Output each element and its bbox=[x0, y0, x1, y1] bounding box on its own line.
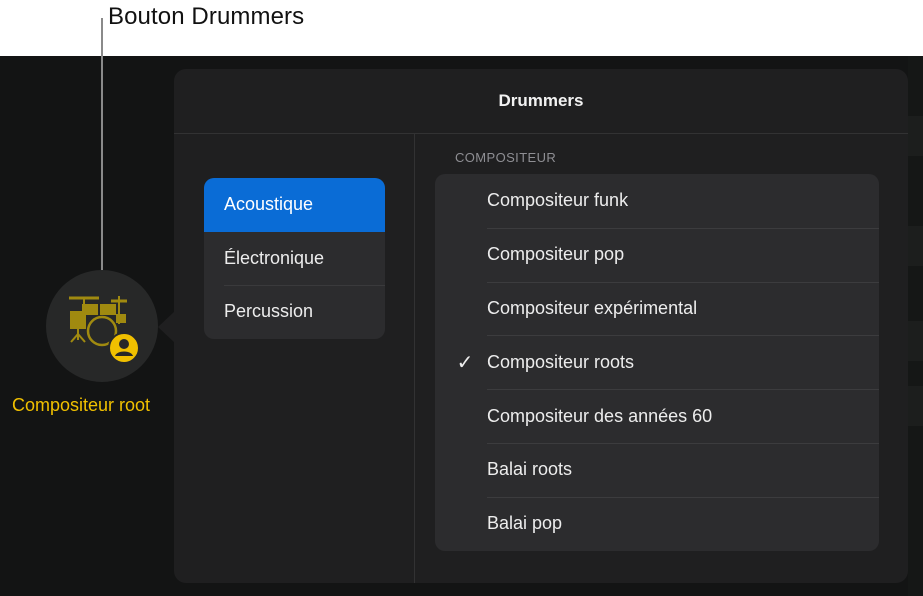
category-item-label: Percussion bbox=[224, 301, 314, 322]
category-item-electronique[interactable]: Électronique bbox=[204, 232, 385, 286]
drummer-item-label: Balai roots bbox=[487, 459, 573, 480]
category-item-percussion[interactable]: Percussion bbox=[204, 285, 385, 339]
callout-leader-line bbox=[101, 18, 103, 270]
category-item-label: Électronique bbox=[224, 247, 325, 268]
category-item-acoustique[interactable]: Acoustique bbox=[204, 178, 385, 232]
drummer-item-label: Compositeur pop bbox=[487, 244, 625, 265]
drummers-popover: Drummers Acoustique Électronique Percuss… bbox=[174, 69, 908, 583]
checkmark-icon: ✓ bbox=[456, 351, 474, 374]
callout-label: Bouton Drummers bbox=[108, 3, 305, 30]
drummer-item-label: Compositeur roots bbox=[487, 351, 635, 372]
drummer-item-label: Compositeur funk bbox=[487, 190, 629, 211]
background-tracks bbox=[908, 56, 923, 596]
drummer-item[interactable]: Compositeur expérimental bbox=[435, 281, 879, 336]
drummer-list: Compositeur funk Compositeur pop Composi… bbox=[435, 174, 879, 551]
popover-title: Drummers bbox=[174, 69, 908, 134]
callout-area: Bouton Drummers bbox=[0, 0, 923, 56]
drummer-item[interactable]: Balai roots bbox=[435, 442, 879, 497]
drummer-item[interactable]: Compositeur pop bbox=[435, 227, 879, 282]
category-list: Acoustique Électronique Percussion bbox=[204, 178, 385, 339]
drummer-item[interactable]: Compositeur des années 60 bbox=[435, 389, 879, 443]
drummer-item-label: Compositeur expérimental bbox=[487, 297, 698, 318]
popover-arrow bbox=[158, 311, 175, 343]
drummer-item-label: Balai pop bbox=[487, 513, 563, 534]
person-badge-icon bbox=[108, 332, 140, 364]
drummer-item[interactable]: Compositeur funk bbox=[435, 174, 879, 228]
drummer-name-label: Compositeur root bbox=[12, 395, 151, 415]
column-divider bbox=[414, 134, 415, 583]
drummer-item-label: Compositeur des années 60 bbox=[487, 405, 713, 426]
section-header: COMPOSITEUR bbox=[455, 150, 557, 165]
drummers-button[interactable] bbox=[46, 270, 158, 382]
category-item-label: Acoustique bbox=[224, 194, 314, 215]
drummer-item-selected[interactable]: ✓ Compositeur roots bbox=[435, 335, 879, 389]
drummer-item[interactable]: Balai pop bbox=[435, 496, 879, 551]
